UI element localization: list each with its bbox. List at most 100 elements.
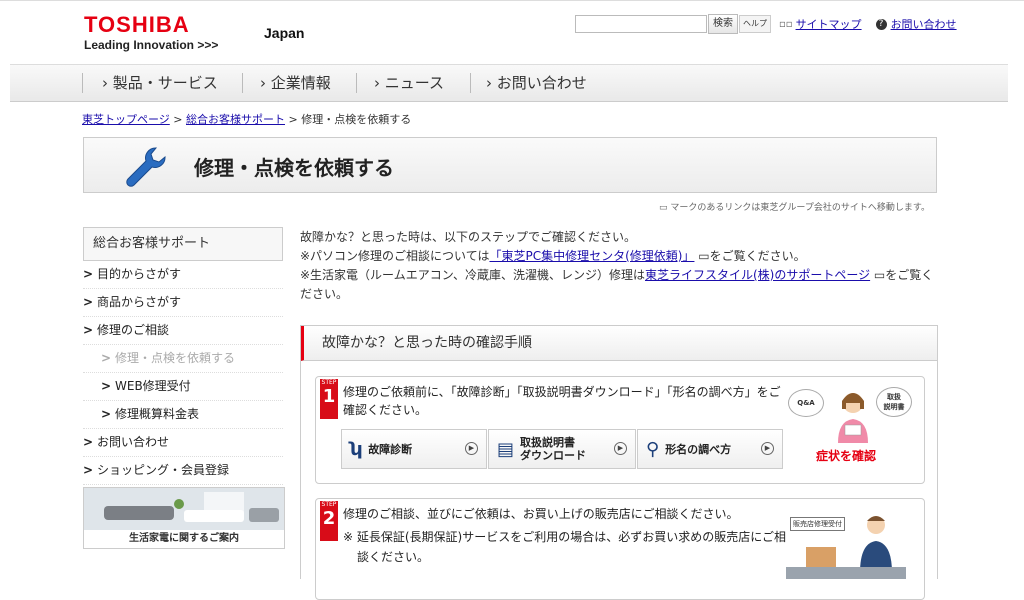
model-lookup-button[interactable]: ⚲ 形名の調べ方 ▶: [637, 429, 783, 469]
breadcrumb-link-support[interactable]: 総合お客様サポート: [186, 113, 285, 126]
step-badge: STEP 1: [320, 379, 338, 419]
banner-caption: 生活家電に関するご案内: [84, 530, 284, 548]
manual-bubble: 取扱 説明書: [876, 387, 912, 417]
step-badge-label: STEP: [321, 379, 337, 386]
sidebar-item-purpose[interactable]: > 目的からさがす: [83, 261, 283, 289]
sidebar-item-web-repair[interactable]: > WEB修理受付: [83, 373, 283, 401]
stethoscope-icon: ʮ: [350, 438, 363, 460]
sitemap-icon: ▫▫: [779, 18, 793, 30]
utility-links: ▫▫ サイトマップ ? お問い合わせ: [779, 16, 957, 32]
sidebar-item-shopping[interactable]: > ショッピング・会員登録: [83, 457, 283, 485]
sidebar-menu: > 目的からさがす > 商品からさがす > 修理のご相談 > 修理・点検を依頼する > W…: [83, 261, 283, 485]
diagnosis-button[interactable]: ʮ 故障診断 ▶: [341, 429, 487, 469]
sidebar-item-repair-request[interactable]: > 修理・点検を依頼する: [83, 345, 283, 373]
global-nav: › 製品・サービス › 企業情報 › ニュース › お問い合わせ: [10, 64, 1008, 102]
chevron-right-icon: >: [83, 295, 94, 309]
step-badge-label: STEP: [321, 501, 337, 508]
chevron-right-icon: ›: [374, 74, 385, 92]
sidebar-item-label: 商品からさがす: [97, 295, 182, 309]
chevron-right-icon: >: [83, 435, 94, 449]
chevron-right-icon: >: [101, 379, 112, 393]
intro-line: 故障かな？と思った時は、以下のステップでご確認ください。: [300, 230, 637, 244]
chevron-right-icon: >: [83, 267, 94, 281]
nav-item-label: 製品・サービス: [112, 74, 218, 92]
page-title: 修理・点検を依頼する: [194, 156, 394, 180]
top-border: [0, 0, 1024, 5]
chevron-right-icon: >: [83, 323, 94, 337]
chevron-right-icon: ›: [486, 74, 497, 92]
search-button[interactable]: 検索: [708, 14, 738, 34]
model-lookup-button-label: 形名の調べ方: [665, 443, 732, 456]
sidebar-item-label: 修理概算料金表: [115, 407, 200, 421]
step-number: 1: [322, 386, 336, 407]
search-help-button[interactable]: ヘルプ: [739, 15, 771, 33]
arrow-right-circle-icon: ▶: [465, 442, 478, 455]
external-window-icon: ▭: [659, 203, 668, 213]
diagnosis-button-label: 故障診断: [368, 443, 413, 456]
sidebar-item-label: 修理のご相談: [97, 323, 170, 337]
sitemap-link[interactable]: サイトマップ: [796, 16, 862, 32]
brand-name: TOSHIBA: [84, 12, 190, 37]
nav-divider: [242, 73, 243, 93]
lifestyle-support-link[interactable]: 東芝ライフスタイル(株)のサポートページ: [645, 268, 870, 282]
document-icon: ▤: [497, 438, 515, 460]
nav-item-news[interactable]: › ニュース: [374, 65, 444, 101]
page-title-box: 修理・点検を依頼する: [83, 137, 937, 193]
sidebar-item-repair-consult[interactable]: > 修理のご相談: [83, 317, 283, 345]
country-label: Japan: [264, 25, 305, 41]
breadcrumb-separator: >: [173, 113, 183, 126]
chevron-right-icon: ›: [260, 74, 271, 92]
arrow-right-circle-icon: ▶: [761, 442, 774, 455]
sidebar-item-contact[interactable]: > お問い合わせ: [83, 429, 283, 457]
nav-item-products[interactable]: › 製品・サービス: [102, 65, 218, 101]
sidebar: 総合お客様サポート > 目的からさがす > 商品からさがす > 修理のご相談 > 修理・…: [83, 227, 283, 485]
intro-text: 故障かな？と思った時は、以下のステップでご確認ください。 ※パソコン修理のご相談…: [300, 228, 940, 304]
shop-clerk-illustration: [786, 516, 906, 579]
nav-divider: [470, 73, 471, 93]
support-woman-illustration: [838, 393, 868, 443]
chevron-right-icon: >: [101, 407, 112, 421]
appliance-banner[interactable]: 生活家電に関するご案内: [83, 487, 285, 549]
step-1-card: STEP 1 修理のご依頼前に、「故障診断」「取扱説明書ダウンロード」「形名の調べ…: [315, 376, 925, 484]
nav-item-company[interactable]: › 企業情報: [260, 65, 331, 101]
pc-repair-center-link[interactable]: 「東芝PC集中修理センタ(修理依頼)」: [489, 249, 694, 263]
step-1-text: 修理のご依頼前に、「故障診断」「取扱説明書ダウンロード」「形名の調べ方」をご確認…: [343, 385, 781, 417]
living-room-image: [84, 488, 284, 530]
step-2-note: ※ 延長保証(長期保証)サービスをご利用の場合は、必ずお買い求めの販売店にご相談…: [343, 530, 786, 564]
qa-bubble: Q&A: [788, 389, 824, 417]
nav-item-label: お問い合わせ: [496, 74, 587, 92]
check-steps-panel: 故障かな？と思った時の確認手順 STEP 1 修理のご依頼前に、「故障診断」「取扱…: [300, 325, 938, 600]
sidebar-item-label: 目的からさがす: [97, 267, 182, 281]
intro-text-segment: ※パソコン修理のご相談については: [300, 249, 490, 263]
breadcrumb-separator: >: [288, 113, 298, 126]
step-badge: STEP 2: [320, 501, 338, 541]
breadcrumb: 東芝トップページ > 総合お客様サポート > 修理・点検を依頼する: [82, 111, 411, 127]
nav-item-label: 企業情報: [270, 74, 331, 92]
intro-line-pc: ※パソコン修理のご相談については「東芝PC集中修理センタ(修理依頼)」 ▭をご覧…: [300, 247, 940, 266]
chevron-right-icon: >: [83, 463, 94, 477]
intro-text-segment: をご覧ください。: [709, 249, 806, 263]
external-link-note: ▭ マークのあるリンクは東芝グループ会社のサイトへ移動します。: [659, 200, 930, 213]
step-number: 2: [322, 508, 336, 529]
nav-divider: [356, 73, 357, 93]
manual-download-button-label: 取扱説明書 ダウンロード: [520, 436, 587, 462]
step-2-card: STEP 2 修理のご相談、並びにご依頼は、お買い上げの販売店にご相談ください。 …: [315, 498, 925, 600]
nav-divider: [82, 73, 83, 93]
nav-item-contact[interactable]: › お問い合わせ: [486, 65, 587, 101]
search-input[interactable]: [575, 15, 707, 33]
breadcrumb-link-top[interactable]: 東芝トップページ: [82, 113, 170, 126]
sidebar-item-products[interactable]: > 商品からさがす: [83, 289, 283, 317]
toshiba-logo[interactable]: TOSHIBA Leading Innovation >>>: [84, 12, 218, 53]
manual-download-button[interactable]: ▤ 取扱説明書 ダウンロード ▶: [488, 429, 636, 469]
contact-link[interactable]: お問い合わせ: [891, 16, 957, 32]
symptom-check-caption: 症状を確認: [816, 449, 877, 463]
search-icon: ⚲: [646, 438, 660, 460]
help-icon: ?: [875, 18, 887, 30]
external-window-icon: ▭: [870, 268, 886, 282]
external-link-note-text: マークのあるリンクは東芝グループ会社のサイトへ移動します。: [670, 203, 930, 213]
sidebar-item-label: ショッピング・会員登録: [97, 463, 230, 477]
chevron-right-icon: ›: [102, 74, 113, 92]
sidebar-item-repair-fees[interactable]: > 修理概算料金表: [83, 401, 283, 429]
external-window-icon: ▭: [694, 249, 710, 263]
breadcrumb-current: 修理・点検を依頼する: [301, 113, 412, 126]
